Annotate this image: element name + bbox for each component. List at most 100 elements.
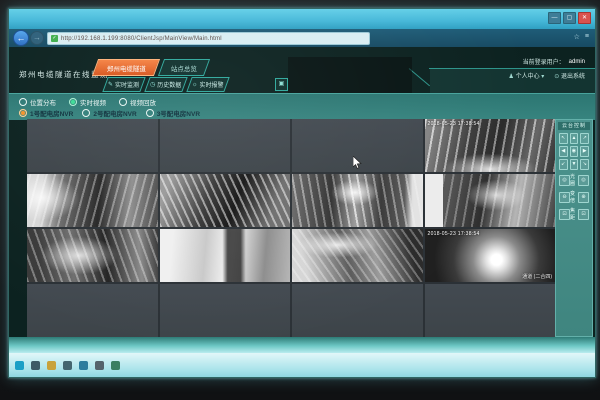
radio-location-map[interactable]: 位置分布 bbox=[19, 97, 56, 107]
url-field[interactable]: ✓ http://192.168.1.199:8080/ClientJsp/Ma… bbox=[47, 32, 370, 45]
zoom-label: 变倍 bbox=[570, 190, 578, 204]
radio-nvr-2[interactable]: 2号配电房NVR bbox=[82, 108, 136, 118]
iris-plus-button[interactable]: ◎ bbox=[578, 175, 589, 186]
ptz-down-button[interactable]: ▼ bbox=[570, 159, 579, 170]
radio-video-playback[interactable]: 视频回放 bbox=[119, 97, 156, 107]
radio-circle-icon bbox=[19, 98, 27, 106]
nvr-group: 1号配电房NVR 2号配电房NVR 3号配电房NVR bbox=[19, 108, 200, 118]
radio-selected-icon bbox=[69, 98, 77, 106]
camera-cell-r3c2[interactable] bbox=[160, 229, 291, 282]
camera-cell-r2c1[interactable] bbox=[27, 174, 158, 227]
taskbar-app-icon[interactable] bbox=[47, 361, 56, 370]
monitor-icon: ✎ bbox=[108, 81, 113, 88]
login-user-label: 当前登录用户： bbox=[523, 57, 565, 66]
camera-cell-r1c4[interactable]: 2018-05-23 17:38:54 bbox=[425, 119, 556, 172]
person-icon: ♟ bbox=[509, 74, 514, 80]
radio-live-video[interactable]: 实时视频 bbox=[69, 97, 106, 107]
ptz-direction-pad: ↖ ▲ ↗ ◀ ◉ ▶ ↙ ▼ ↘ bbox=[559, 133, 589, 170]
focus-far-button[interactable]: ⊡ bbox=[578, 209, 589, 220]
zoom-in-button[interactable]: ⊕ bbox=[578, 192, 589, 203]
ptz-down-right-button[interactable]: ↘ bbox=[580, 159, 589, 170]
video-wall-area: 2018-05-23 17:38:54 2018-05-23 17:38:54 … bbox=[27, 119, 595, 337]
camera-channel-label: 通道 (二合四) bbox=[522, 273, 552, 280]
radio-nvr-3[interactable]: 3号配电房NVR bbox=[146, 108, 200, 118]
history-data-button[interactable]: ◷历史数据 bbox=[144, 77, 187, 92]
focus-label: 焦距 bbox=[570, 207, 578, 221]
radio-nvr-1[interactable]: 1号配电房NVR bbox=[19, 108, 73, 118]
camera-cell-r4c4-empty[interactable] bbox=[425, 284, 556, 337]
ptz-control-panel: 云台控制 ↖ ▲ ↗ ◀ ◉ ▶ ↙ ▼ ↘ ◎ 光圈 ◎ bbox=[555, 119, 593, 337]
radio-selected-icon bbox=[19, 109, 27, 117]
back-button[interactable]: ← bbox=[13, 30, 29, 46]
camera-cell-r2c4[interactable] bbox=[425, 174, 556, 227]
page-footer-strip bbox=[9, 337, 595, 353]
camera-cell-r1c1-empty[interactable] bbox=[27, 119, 158, 172]
iris-minus-button[interactable]: ◎ bbox=[559, 175, 570, 186]
ptz-right-button[interactable]: ▶ bbox=[580, 146, 589, 157]
browser-window: — ▢ ✕ ← → ✓ http://192.168.1.199:8080/Cl… bbox=[8, 8, 596, 378]
user-block: 当前登录用户： admin ♟ 个人中心 ▾ ⊙ 退出系统 bbox=[465, 57, 585, 80]
realtime-monitor-button[interactable]: ✎实时监测 bbox=[102, 77, 145, 92]
ptz-iris-row: ◎ 光圈 ◎ bbox=[559, 173, 589, 187]
camera-cell-r4c1-empty[interactable] bbox=[27, 284, 158, 337]
camera-cell-r3c1[interactable] bbox=[27, 229, 158, 282]
username: admin bbox=[569, 59, 585, 65]
camera-cell-r3c4[interactable]: 2018-05-23 17:38:54 通道 (二合四) bbox=[425, 229, 556, 282]
ptz-left-button[interactable]: ◀ bbox=[559, 146, 568, 157]
taskbar-app-icon[interactable] bbox=[79, 361, 88, 370]
tab-tunnel-label: 郑州电缆隧道 bbox=[107, 63, 146, 73]
ptz-panel-title: 云台控制 bbox=[558, 122, 590, 130]
browser-menu-icon[interactable]: ≡ bbox=[585, 33, 589, 41]
ptz-up-button[interactable]: ▲ bbox=[570, 133, 579, 144]
browser-address-bar: ← → ✓ http://192.168.1.199:8080/ClientJs… bbox=[9, 29, 595, 47]
camera-grid: 2018-05-23 17:38:54 2018-05-23 17:38:54 … bbox=[27, 119, 555, 337]
taskbar-app-icon[interactable] bbox=[111, 361, 120, 370]
personal-center-link[interactable]: ♟ 个人中心 ▾ bbox=[509, 71, 545, 80]
browser-titlebar: — ▢ ✕ bbox=[9, 9, 595, 29]
radio-circle-icon bbox=[119, 98, 127, 106]
camera-cell-r3c3[interactable] bbox=[292, 229, 423, 282]
radio-circle-icon bbox=[82, 109, 90, 117]
bookmark-star-icon[interactable]: ☆ bbox=[574, 33, 580, 41]
camera-cell-r2c3[interactable] bbox=[292, 174, 423, 227]
monitor-photo: — ▢ ✕ ← → ✓ http://192.168.1.199:8080/Cl… bbox=[0, 0, 600, 400]
iris-label: 光圈 bbox=[570, 173, 578, 187]
camera-cell-r4c3-empty[interactable] bbox=[292, 284, 423, 337]
radio-circle-icon bbox=[146, 109, 154, 117]
camera-cell-r4c2-empty[interactable] bbox=[160, 284, 291, 337]
close-button[interactable]: ✕ bbox=[578, 12, 591, 24]
tab-site-overview[interactable]: 站点总览 bbox=[158, 59, 210, 76]
camera-cell-r2c2[interactable] bbox=[160, 174, 291, 227]
ptz-center-button[interactable]: ◉ bbox=[570, 146, 579, 157]
url-text: http://192.168.1.199:8080/ClientJsp/Main… bbox=[61, 36, 222, 42]
taskbar-app-icon[interactable] bbox=[95, 361, 104, 370]
photo-glare-artifact bbox=[288, 57, 412, 93]
site-security-icon: ✓ bbox=[51, 35, 58, 42]
maximize-button[interactable]: ▢ bbox=[563, 12, 576, 24]
alarm-icon: ☼ bbox=[192, 82, 198, 88]
ptz-focus-row: ⊡ 焦距 ⊡ bbox=[559, 207, 589, 221]
camera-timestamp: 2018-05-23 17:38:54 bbox=[428, 231, 480, 237]
camera-timestamp: 2018-05-23 17:38:54 bbox=[428, 121, 480, 127]
tab-tunnel[interactable]: 郑州电缆隧道 bbox=[92, 59, 160, 76]
taskbar-app-icon[interactable] bbox=[31, 361, 40, 370]
minimize-button[interactable]: — bbox=[548, 12, 561, 24]
ptz-up-right-button[interactable]: ↗ bbox=[580, 133, 589, 144]
ptz-up-left-button[interactable]: ↖ bbox=[559, 133, 568, 144]
camera-cell-r1c2-empty[interactable] bbox=[160, 119, 291, 172]
power-icon: ⊙ bbox=[554, 74, 559, 80]
start-button-icon[interactable] bbox=[15, 361, 24, 370]
forward-button[interactable]: → bbox=[30, 31, 44, 45]
mouse-cursor-icon bbox=[353, 156, 362, 169]
focus-near-button[interactable]: ⊡ bbox=[559, 209, 570, 220]
more-tools-button[interactable]: ▣ bbox=[275, 78, 288, 91]
view-mode-group: 位置分布 实时视频 视频回放 bbox=[19, 97, 156, 107]
realtime-alarm-button[interactable]: ☼实时报警 bbox=[186, 77, 229, 92]
ptz-zoom-row: ⊖ 变倍 ⊕ bbox=[559, 190, 589, 204]
clock-icon: ◷ bbox=[150, 81, 155, 88]
logout-link[interactable]: ⊙ 退出系统 bbox=[554, 71, 585, 80]
taskbar-app-icon[interactable] bbox=[63, 361, 72, 370]
zoom-out-button[interactable]: ⊖ bbox=[559, 192, 570, 203]
ptz-down-left-button[interactable]: ↙ bbox=[559, 159, 568, 170]
windows-taskbar bbox=[9, 353, 595, 377]
